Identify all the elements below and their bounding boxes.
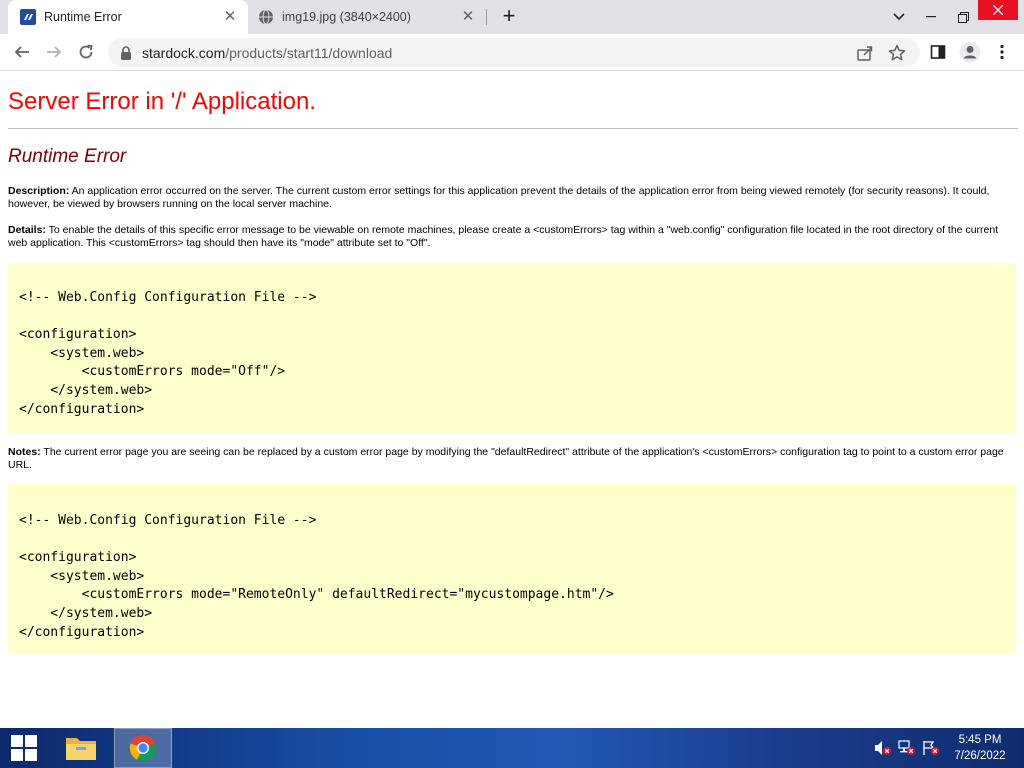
code-block: <!-- Web.Config Configuration File --> <… xyxy=(8,263,1016,433)
notes-text: The current error page you are seeing ca… xyxy=(8,446,1004,471)
reload-icon[interactable] xyxy=(72,38,100,66)
page-subtitle: Runtime Error xyxy=(8,146,127,167)
volume-muted-icon[interactable] xyxy=(874,740,892,756)
url-text: stardock.com/products/start11/download xyxy=(142,45,392,61)
windows-start-icon[interactable] xyxy=(0,728,48,768)
system-clock[interactable]: 5:45 PM 7/26/2022 xyxy=(944,732,1016,764)
code-text: <!-- Web.Config Configuration File --> <… xyxy=(19,513,614,640)
share-icon[interactable] xyxy=(856,44,874,62)
tab-image[interactable]: img19.jpg (3840×2400) ✕ xyxy=(250,0,486,34)
address-bar[interactable]: stardock.com/products/start11/download xyxy=(108,38,920,67)
tab-close-icon[interactable]: ✕ xyxy=(458,7,478,27)
minimize-icon[interactable] xyxy=(914,0,948,34)
globe-icon xyxy=(259,9,273,25)
side-panel-icon[interactable] xyxy=(924,38,952,66)
new-tab-button[interactable]: + xyxy=(497,5,521,29)
clock-time: 5:45 PM xyxy=(958,734,1002,746)
details-text: To enable the details of this specific e… xyxy=(8,224,999,249)
bookmark-star-icon[interactable] xyxy=(888,44,906,62)
tab-search-chevron-down-icon[interactable] xyxy=(884,0,914,34)
back-arrow-icon[interactable] xyxy=(8,38,36,66)
url-path: /products/start11/download xyxy=(225,44,393,61)
tab-title: Runtime Error xyxy=(44,10,122,24)
notes-label: Notes: xyxy=(8,446,41,458)
description-label: Description: xyxy=(8,185,70,197)
url-host: stardock.com xyxy=(142,44,226,61)
menu-kebab-icon[interactable] xyxy=(988,38,1016,66)
tab-title: img19.jpg (3840×2400) xyxy=(282,10,411,24)
tab-close-icon[interactable]: ✕ xyxy=(220,7,240,27)
windows-taskbar: 5:45 PM 7/26/2022 xyxy=(0,728,1024,768)
clock-date: 7/26/2022 xyxy=(954,750,1006,762)
divider xyxy=(8,128,1018,129)
file-explorer-icon[interactable] xyxy=(58,728,104,768)
description-text: An application error occurred on the ser… xyxy=(8,185,990,210)
chrome-taskbar-icon[interactable] xyxy=(114,728,172,768)
tab-strip: Runtime Error ✕ img19.jpg (3840×2400) ✕ … xyxy=(0,0,1024,34)
forward-arrow-icon[interactable] xyxy=(40,38,68,66)
lock-icon[interactable] xyxy=(118,45,134,61)
stardock-icon xyxy=(20,9,36,25)
details-label: Details: xyxy=(8,224,46,236)
tab-separator xyxy=(486,9,487,25)
notes-paragraph: Notes: The current error page you are se… xyxy=(8,446,1018,472)
window-close-icon[interactable] xyxy=(978,0,1018,20)
restore-icon[interactable] xyxy=(948,0,978,34)
code-block: <!-- Web.Config Configuration File --> <… xyxy=(8,484,1016,653)
profile-avatar-icon[interactable] xyxy=(956,38,984,66)
details-paragraph: Details: To enable the details of this s… xyxy=(8,224,1018,250)
code-text: <!-- Web.Config Configuration File --> <… xyxy=(19,290,317,417)
tab-runtime-error[interactable]: Runtime Error ✕ xyxy=(8,0,248,34)
network-icon[interactable] xyxy=(898,740,916,756)
page-title: Server Error in '/' Application. xyxy=(8,88,316,115)
description-paragraph: Description: An application error occurr… xyxy=(8,185,1018,211)
page-content: Server Error in '/' Application. Runtime… xyxy=(0,72,1024,728)
browser-toolbar: stardock.com/products/start11/download xyxy=(0,34,1024,71)
action-center-flag-icon[interactable] xyxy=(922,740,940,756)
